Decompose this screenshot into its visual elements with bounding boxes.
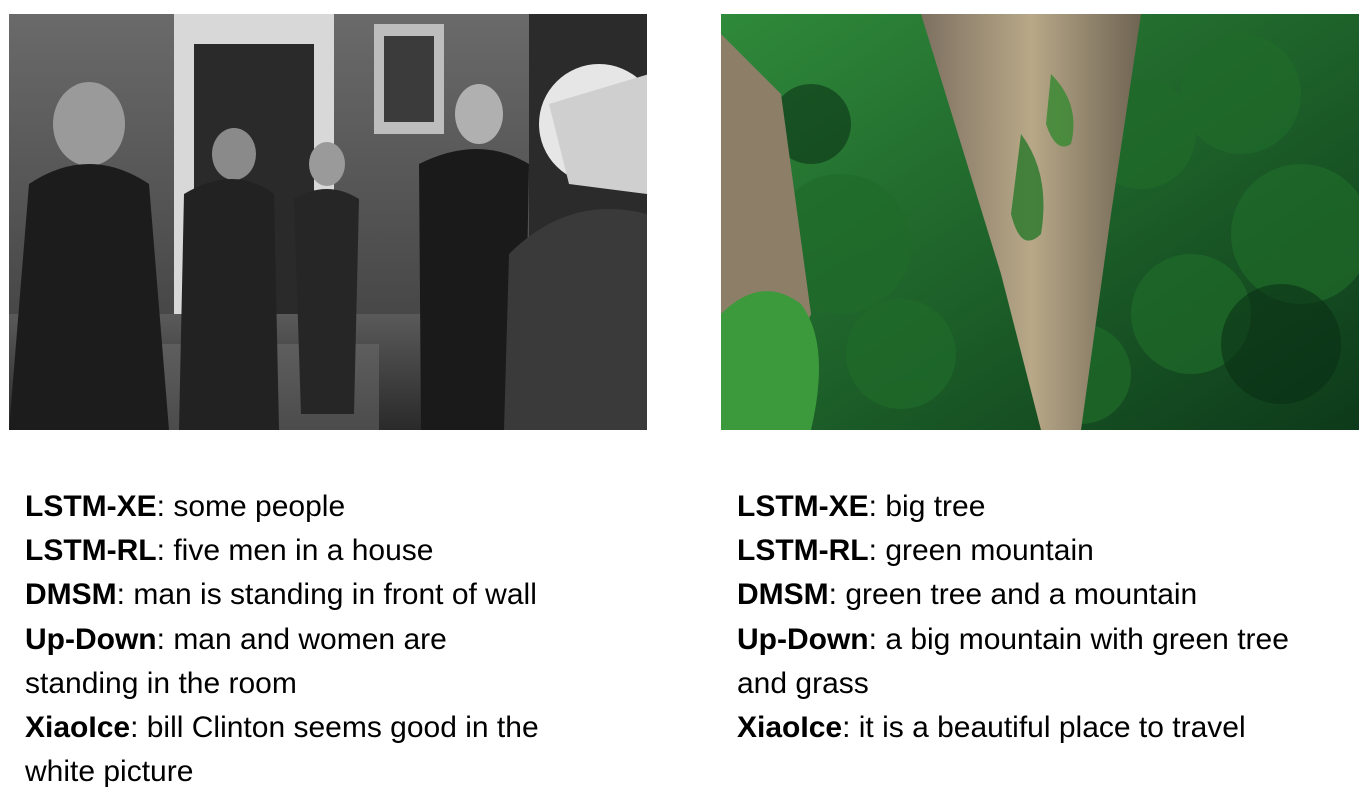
- caption-text: five men in a house: [173, 534, 434, 568]
- caption-text: green tree and a mountain: [845, 578, 1198, 612]
- model-name: LSTM-RL: [25, 534, 157, 568]
- caption-text: man is standing in front of wall: [133, 578, 537, 612]
- caption-lstm-rl: LSTM-RL: green mountain: [737, 529, 1337, 573]
- model-name: XiaoIce: [737, 711, 843, 745]
- caption-up-down: Up-Down: man and women are standing in t…: [25, 618, 525, 706]
- caption-separator: :: [156, 490, 174, 523]
- caption-separator: :: [828, 578, 846, 612]
- caption-xiaoice: XiaoIce: bill Clinton seems good in the …: [25, 706, 615, 794]
- model-name: Up-Down: [737, 622, 869, 656]
- caption-separator: :: [868, 622, 886, 656]
- caption-dmsm: DMSM: man is standing in front of wall: [25, 573, 625, 617]
- caption-lstm-xe: LSTM-XE: some people: [25, 485, 625, 529]
- caption-text: some people: [173, 490, 346, 523]
- model-name: XiaoIce: [25, 711, 131, 745]
- photo-right-drawing: [721, 14, 1359, 430]
- photo-left-drawing: [9, 14, 647, 430]
- caption-separator: :: [868, 534, 886, 568]
- caption-lstm-xe: LSTM-XE: big tree: [737, 485, 1337, 529]
- model-name: DMSM: [737, 578, 829, 612]
- caption-lstm-rl: LSTM-RL: five men in a house: [25, 529, 625, 573]
- caption-separator: :: [156, 622, 174, 656]
- caption-up-down: Up-Down: a big mountain with green tree …: [737, 618, 1307, 706]
- caption-separator: :: [868, 490, 886, 523]
- captions-left: LSTM-XE: some people LSTM-RL: five men i…: [25, 485, 625, 794]
- caption-separator: :: [156, 534, 174, 568]
- caption-text: big tree: [885, 490, 986, 523]
- captions-right: LSTM-XE: big tree LSTM-RL: green mountai…: [737, 485, 1337, 750]
- photo-right: [721, 14, 1359, 430]
- model-name: DMSM: [25, 578, 117, 612]
- model-name: LSTM-XE: [25, 490, 157, 523]
- model-name: LSTM-XE: [737, 490, 869, 523]
- photo-left: [9, 14, 647, 430]
- caption-text: it is a beautiful place to travel: [858, 711, 1246, 745]
- caption-separator: :: [116, 578, 134, 612]
- caption-dmsm: DMSM: green tree and a mountain: [737, 573, 1337, 617]
- caption-xiaoice: XiaoIce: it is a beautiful place to trav…: [737, 706, 1337, 750]
- model-name: LSTM-RL: [737, 534, 869, 568]
- model-name: Up-Down: [25, 622, 157, 656]
- caption-separator: :: [130, 711, 147, 745]
- caption-text: green mountain: [885, 534, 1094, 568]
- caption-separator: :: [842, 711, 859, 745]
